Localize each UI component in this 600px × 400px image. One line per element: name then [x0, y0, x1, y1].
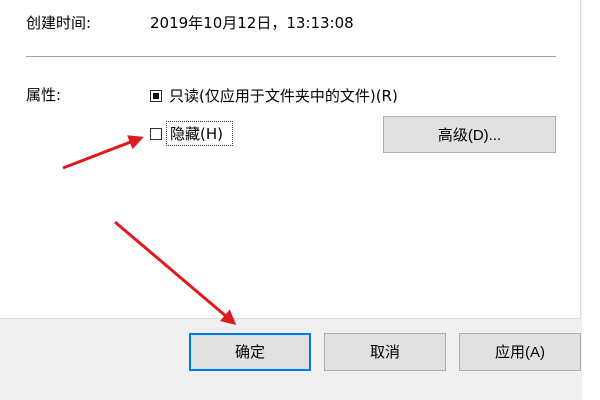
arrow-to-hidden-checkbox	[62, 135, 144, 170]
arrow-to-ok-button	[114, 220, 237, 325]
annotation-arrows	[62, 135, 237, 325]
